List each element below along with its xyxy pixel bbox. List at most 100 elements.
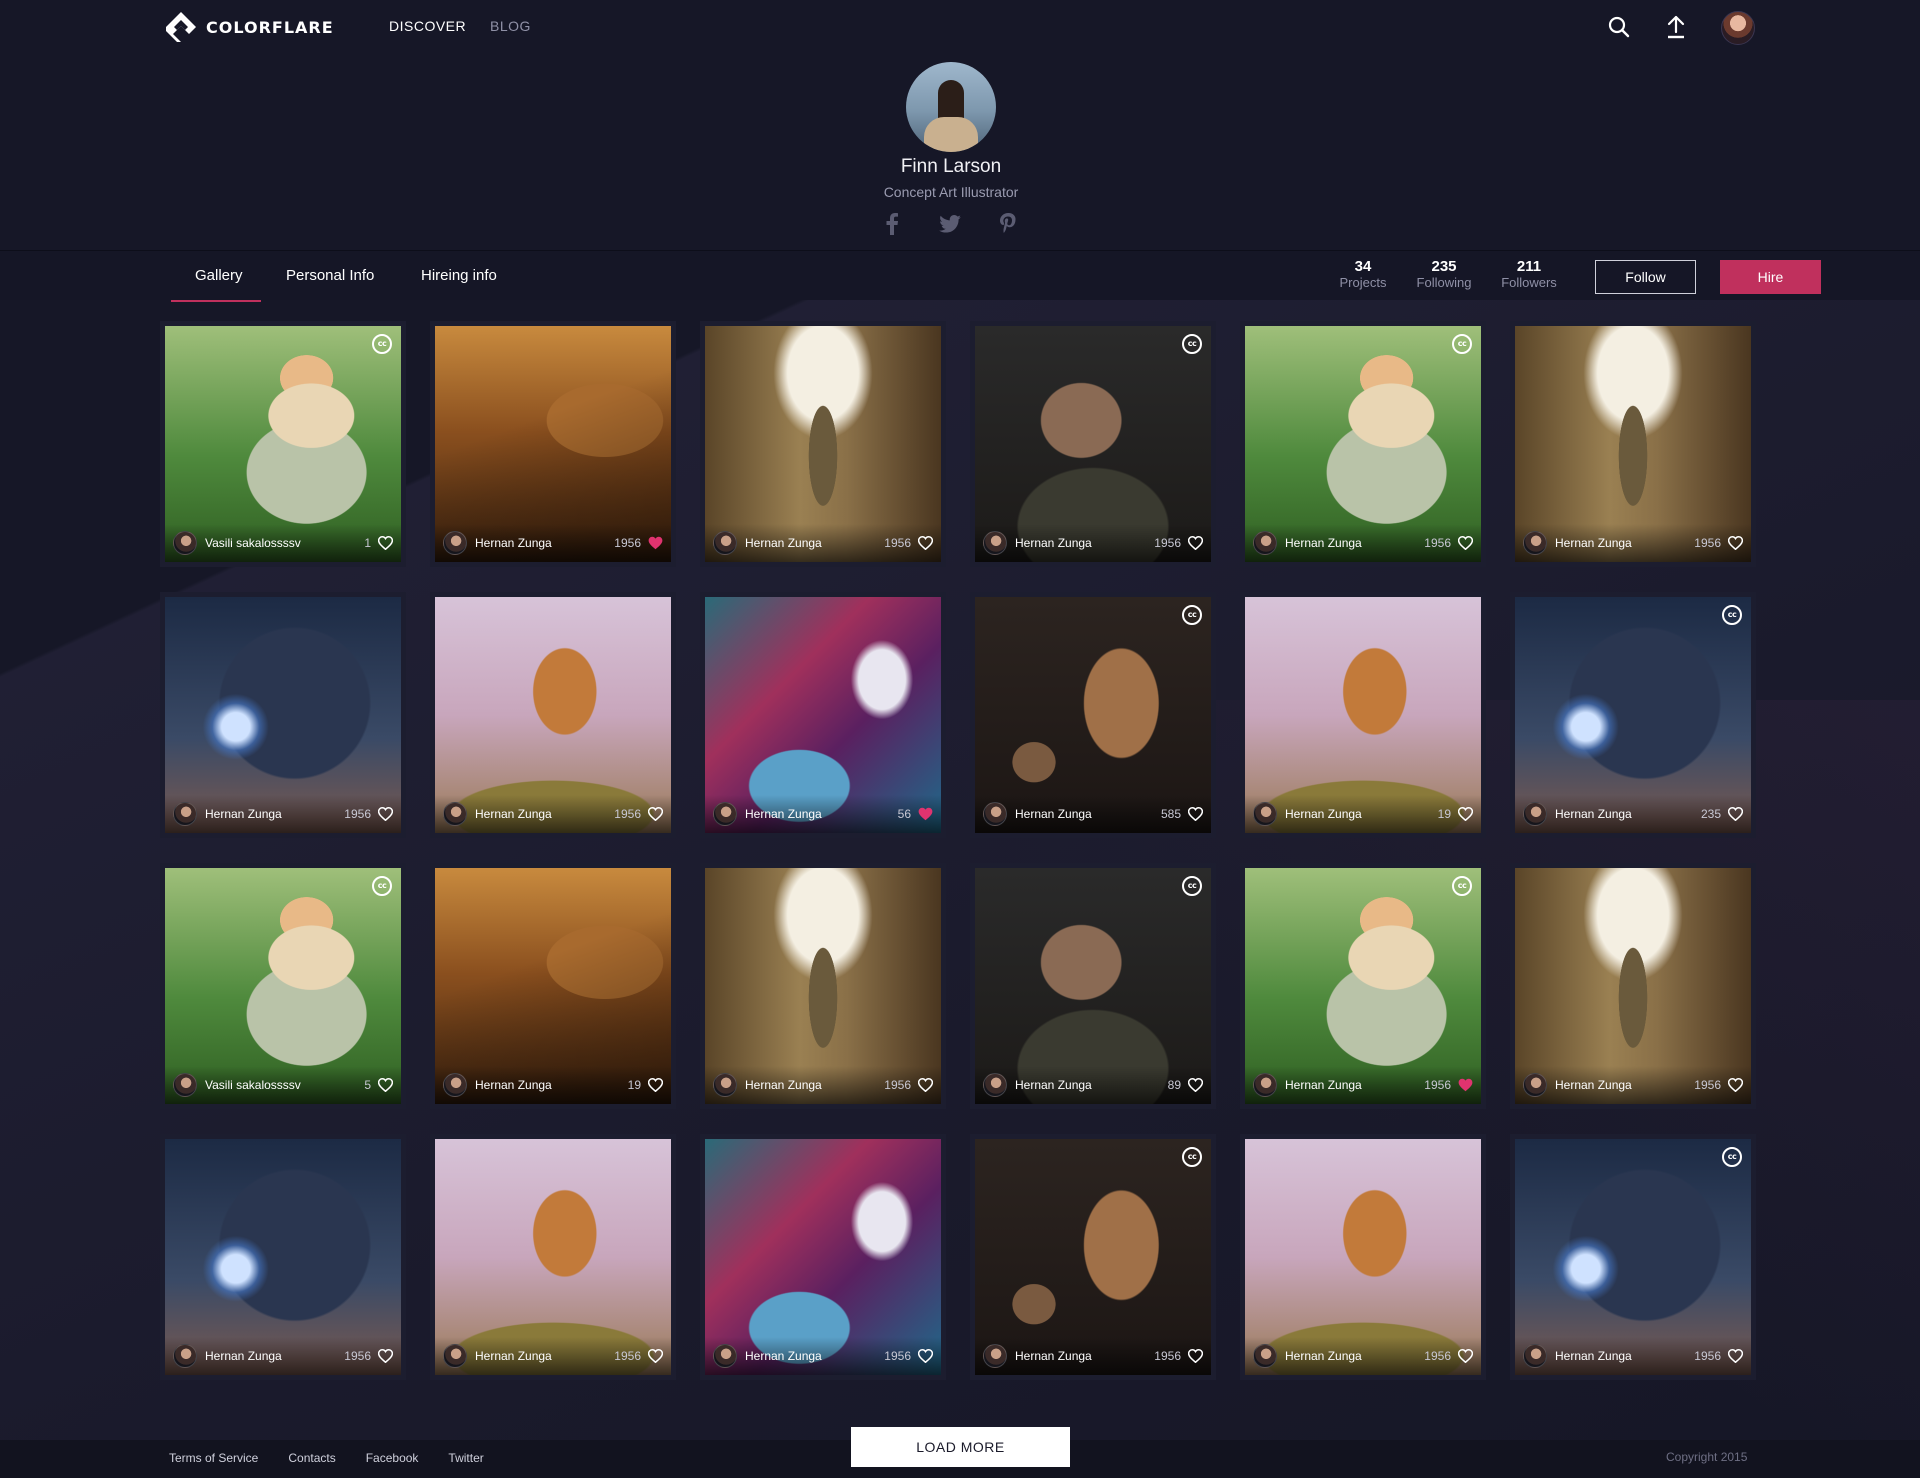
author-name[interactable]: Hernan Zunga bbox=[745, 1349, 884, 1363]
gallery-card[interactable]: Hernan Zunga 19 bbox=[1240, 592, 1486, 838]
hire-button[interactable]: Hire bbox=[1720, 260, 1821, 294]
artwork-image[interactable]: Hernan Zunga 1956 bbox=[165, 1139, 401, 1375]
artwork-image[interactable]: Hernan Zunga 1956 bbox=[435, 1139, 671, 1375]
nav-blog-link[interactable]: BLOG bbox=[490, 18, 531, 34]
heart-icon[interactable] bbox=[1187, 806, 1203, 822]
gallery-card[interactable]: Hernan Zunga 1956 bbox=[430, 592, 676, 838]
heart-icon[interactable] bbox=[1187, 535, 1203, 551]
heart-icon[interactable] bbox=[647, 1077, 663, 1093]
author-avatar[interactable] bbox=[1253, 802, 1277, 826]
artwork-image[interactable]: Hernan Zunga 1956 bbox=[705, 1139, 941, 1375]
artwork-image[interactable]: Hernan Zunga 56 bbox=[705, 597, 941, 833]
footer-contacts-link[interactable]: Contacts bbox=[288, 1451, 335, 1465]
load-more-button[interactable]: LOAD MORE bbox=[851, 1427, 1070, 1467]
gallery-card[interactable]: cc Hernan Zunga 1956 bbox=[1510, 1134, 1756, 1380]
author-name[interactable]: Vasili sakalossssv bbox=[205, 536, 364, 550]
upload-icon[interactable] bbox=[1663, 14, 1689, 40]
gallery-card[interactable]: Hernan Zunga 1956 bbox=[1510, 321, 1756, 567]
author-avatar[interactable] bbox=[443, 1073, 467, 1097]
facebook-icon[interactable] bbox=[880, 212, 904, 236]
gallery-card[interactable]: cc Hernan Zunga 1956 bbox=[970, 321, 1216, 567]
heart-icon[interactable] bbox=[1457, 806, 1473, 822]
author-name[interactable]: Hernan Zunga bbox=[205, 1349, 344, 1363]
artwork-image[interactable]: Hernan Zunga 1956 bbox=[435, 597, 671, 833]
heart-icon[interactable] bbox=[917, 535, 933, 551]
gallery-card[interactable]: cc Hernan Zunga 235 bbox=[1510, 592, 1756, 838]
artwork-image[interactable]: Hernan Zunga 1956 bbox=[705, 868, 941, 1104]
author-avatar[interactable] bbox=[1253, 1073, 1277, 1097]
heart-icon[interactable] bbox=[1457, 1348, 1473, 1364]
heart-icon[interactable] bbox=[377, 1348, 393, 1364]
author-avatar[interactable] bbox=[1523, 1344, 1547, 1368]
gallery-card[interactable]: Hernan Zunga 1956 bbox=[700, 321, 946, 567]
author-name[interactable]: Hernan Zunga bbox=[745, 1078, 884, 1092]
heart-icon[interactable] bbox=[377, 806, 393, 822]
artwork-image[interactable]: Hernan Zunga 1956 bbox=[705, 326, 941, 562]
artwork-image[interactable]: cc Hernan Zunga 1956 bbox=[1515, 1139, 1751, 1375]
artwork-image[interactable]: Hernan Zunga 1956 bbox=[1515, 868, 1751, 1104]
heart-icon[interactable] bbox=[1727, 806, 1743, 822]
stat-followers[interactable]: 211 Followers bbox=[1493, 258, 1565, 290]
gallery-card[interactable]: cc Vasili sakalossssv 1 bbox=[160, 321, 406, 567]
heart-icon[interactable] bbox=[1187, 1348, 1203, 1364]
pinterest-icon[interactable] bbox=[996, 212, 1020, 236]
gallery-card[interactable]: Hernan Zunga 1956 bbox=[700, 1134, 946, 1380]
author-avatar[interactable] bbox=[443, 531, 467, 555]
gallery-card[interactable]: cc Hernan Zunga 585 bbox=[970, 592, 1216, 838]
gallery-card[interactable]: Hernan Zunga 1956 bbox=[700, 863, 946, 1109]
artwork-image[interactable]: Hernan Zunga 1956 bbox=[1515, 326, 1751, 562]
gallery-card[interactable]: Hernan Zunga 19 bbox=[430, 863, 676, 1109]
tab-gallery[interactable]: Gallery bbox=[195, 267, 243, 284]
artwork-image[interactable]: Hernan Zunga 19 bbox=[435, 868, 671, 1104]
author-name[interactable]: Hernan Zunga bbox=[1015, 536, 1154, 550]
gallery-card[interactable]: Hernan Zunga 1956 bbox=[1240, 1134, 1486, 1380]
footer-twitter-link[interactable]: Twitter bbox=[448, 1451, 483, 1465]
author-avatar[interactable] bbox=[1523, 1073, 1547, 1097]
artwork-image[interactable]: cc Hernan Zunga 1956 bbox=[1245, 868, 1481, 1104]
heart-icon[interactable] bbox=[647, 806, 663, 822]
author-name[interactable]: Hernan Zunga bbox=[1285, 536, 1424, 550]
gallery-card[interactable]: cc Hernan Zunga 89 bbox=[970, 863, 1216, 1109]
author-avatar[interactable] bbox=[983, 802, 1007, 826]
author-avatar[interactable] bbox=[173, 802, 197, 826]
gallery-card[interactable]: Hernan Zunga 1956 bbox=[160, 592, 406, 838]
heart-icon[interactable] bbox=[647, 1348, 663, 1364]
footer-terms-link[interactable]: Terms of Service bbox=[169, 1451, 258, 1465]
follow-button[interactable]: Follow bbox=[1595, 260, 1696, 294]
stat-projects[interactable]: 34 Projects bbox=[1333, 258, 1393, 290]
artwork-image[interactable]: Hernan Zunga 1956 bbox=[1245, 1139, 1481, 1375]
brand-logo[interactable]: COLORFLARE bbox=[164, 10, 334, 44]
artwork-image[interactable]: cc Hernan Zunga 1956 bbox=[975, 326, 1211, 562]
twitter-icon[interactable] bbox=[938, 212, 962, 236]
artwork-image[interactable]: cc Vasili sakalossssv 5 bbox=[165, 868, 401, 1104]
author-avatar[interactable] bbox=[1523, 802, 1547, 826]
author-name[interactable]: Hernan Zunga bbox=[475, 536, 614, 550]
author-name[interactable]: Hernan Zunga bbox=[1015, 1349, 1154, 1363]
author-name[interactable]: Hernan Zunga bbox=[1555, 1349, 1694, 1363]
heart-filled-icon[interactable] bbox=[647, 535, 663, 551]
tab-hireing-info[interactable]: Hireing info bbox=[421, 267, 497, 284]
author-name[interactable]: Hernan Zunga bbox=[475, 1349, 614, 1363]
author-avatar[interactable] bbox=[173, 1073, 197, 1097]
author-avatar[interactable] bbox=[713, 1073, 737, 1097]
author-name[interactable]: Vasili sakalossssv bbox=[205, 1078, 364, 1092]
author-name[interactable]: Hernan Zunga bbox=[1285, 807, 1438, 821]
author-avatar[interactable] bbox=[983, 1073, 1007, 1097]
artwork-image[interactable]: Hernan Zunga 19 bbox=[1245, 597, 1481, 833]
gallery-card[interactable]: cc Vasili sakalossssv 5 bbox=[160, 863, 406, 1109]
artwork-image[interactable]: Hernan Zunga 1956 bbox=[435, 326, 671, 562]
gallery-card[interactable]: cc Hernan Zunga 1956 bbox=[1240, 321, 1486, 567]
stat-following[interactable]: 235 Following bbox=[1408, 258, 1480, 290]
author-name[interactable]: Hernan Zunga bbox=[1555, 536, 1694, 550]
heart-icon[interactable] bbox=[917, 1077, 933, 1093]
heart-icon[interactable] bbox=[1727, 1077, 1743, 1093]
gallery-card[interactable]: Hernan Zunga 1956 bbox=[430, 1134, 676, 1380]
heart-icon[interactable] bbox=[1187, 1077, 1203, 1093]
tab-personal-info[interactable]: Personal Info bbox=[286, 267, 374, 284]
author-avatar[interactable] bbox=[713, 531, 737, 555]
author-name[interactable]: Hernan Zunga bbox=[1285, 1349, 1424, 1363]
heart-icon[interactable] bbox=[1727, 1348, 1743, 1364]
author-name[interactable]: Hernan Zunga bbox=[475, 807, 614, 821]
author-name[interactable]: Hernan Zunga bbox=[1285, 1078, 1424, 1092]
gallery-card[interactable]: Hernan Zunga 1956 bbox=[430, 321, 676, 567]
